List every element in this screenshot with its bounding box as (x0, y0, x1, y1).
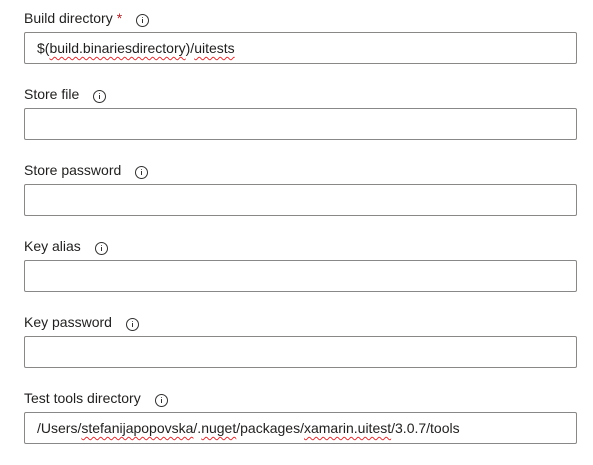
info-icon[interactable] (94, 241, 108, 255)
test-tools-value-part: stefanijapopovska (81, 420, 194, 436)
build-directory-field: Build directory * $(build.binariesdirect… (24, 8, 577, 84)
build-directory-value-part: build.binariesdirectory (49, 40, 186, 56)
test-tools-value-part: /3.0.7/tools (391, 420, 460, 436)
store-password-input[interactable] (24, 184, 577, 216)
info-icon[interactable] (93, 89, 107, 103)
key-password-input[interactable] (24, 336, 577, 368)
test-tools-value-part: /packages/ (236, 420, 304, 436)
store-password-field: Store password (24, 160, 577, 236)
key-alias-input[interactable] (24, 260, 577, 292)
build-directory-value-part: $( (37, 40, 50, 56)
build-directory-input[interactable]: $(build.binariesdirectory)/uitests (24, 32, 577, 64)
build-directory-value-part: uitests (194, 40, 235, 56)
key-alias-label: Key alias (24, 238, 81, 254)
key-alias-label-row: Key alias (24, 236, 108, 256)
test-tools-directory-input[interactable]: /Users/stefanijapopovska/.nuget/packages… (24, 412, 577, 444)
info-icon[interactable] (125, 317, 139, 331)
store-file-label: Store file (24, 86, 80, 102)
test-tools-directory-field: Test tools directory /Users/stefanijapop… (24, 388, 577, 464)
info-icon[interactable] (136, 13, 150, 27)
store-file-label-row: Store file (24, 84, 107, 104)
build-directory-label-row: Build directory * (24, 8, 150, 28)
info-icon[interactable] (154, 393, 168, 407)
test-tools-value-part: /Users/ (37, 420, 82, 436)
store-file-field: Store file (24, 84, 577, 160)
key-password-field: Key password (24, 312, 577, 388)
key-alias-field: Key alias (24, 236, 577, 312)
store-password-label-row: Store password (24, 160, 149, 180)
test-tools-value-part: nuget (201, 420, 237, 436)
info-icon[interactable] (135, 165, 149, 179)
required-asterisk: * (116, 10, 123, 26)
test-tools-value-part: xamarin.uitest (303, 420, 392, 436)
test-tools-directory-label: Test tools directory (24, 390, 141, 406)
test-tools-directory-label-row: Test tools directory (24, 388, 168, 408)
build-directory-value-part: )/ (185, 40, 195, 56)
build-directory-label: Build directory (24, 10, 113, 26)
store-file-input[interactable] (24, 108, 577, 140)
key-password-label: Key password (24, 314, 112, 330)
key-password-label-row: Key password (24, 312, 139, 332)
store-password-label: Store password (24, 162, 122, 178)
